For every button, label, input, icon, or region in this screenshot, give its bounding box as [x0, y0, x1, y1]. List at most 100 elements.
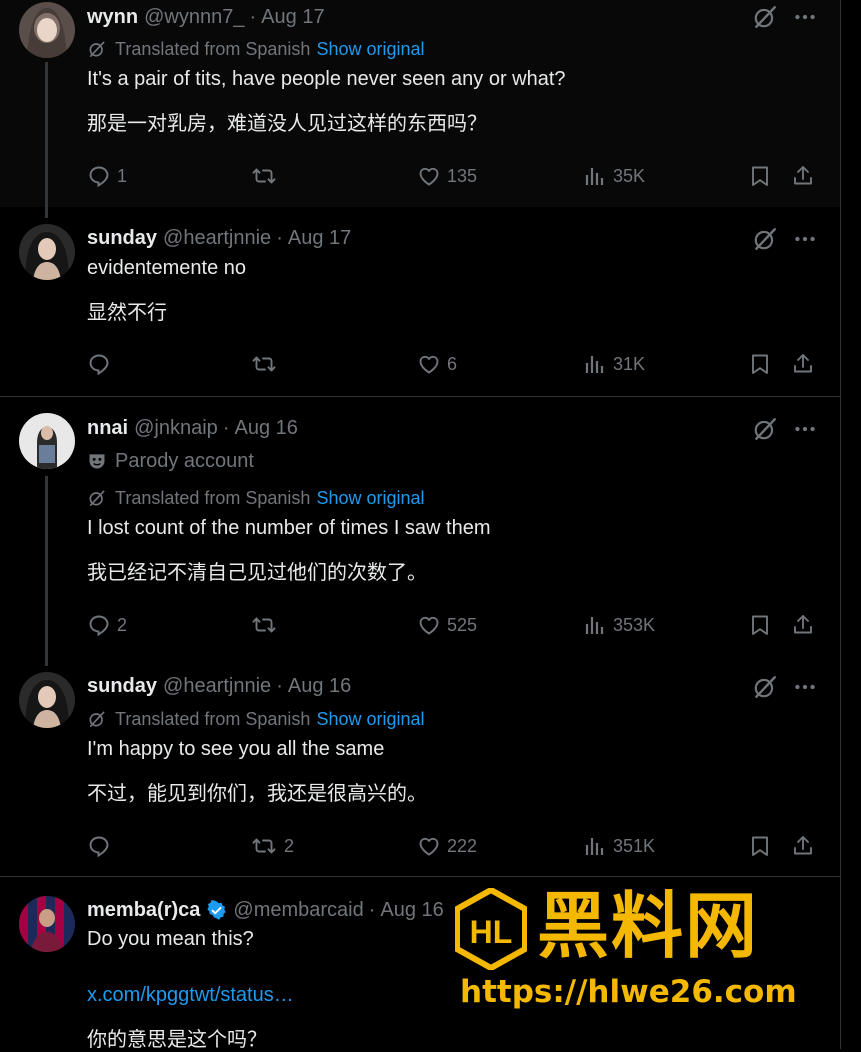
post-time[interactable]: Aug 17 [261, 6, 324, 29]
reply-icon [87, 834, 111, 858]
post-sunday-aug17[interactable]: sunday @heartjnnie · Aug 17 evidentement… [0, 207, 840, 396]
avatar[interactable] [19, 672, 75, 728]
avatar[interactable] [19, 413, 75, 469]
bookmark-icon [748, 352, 772, 376]
translate-icon [87, 709, 107, 729]
heart-icon [417, 164, 441, 188]
user-handle[interactable]: @wynnn7_ [144, 6, 244, 29]
reply-count: 2 [117, 614, 128, 635]
repost-button[interactable]: 2 [250, 831, 294, 861]
share-icon [791, 352, 815, 376]
show-original-link[interactable]: Show original [316, 709, 424, 730]
views-icon [583, 164, 607, 188]
timeline: wynn @wynnn7_ · Aug 17 Translated from S… [0, 0, 840, 1051]
repost-button[interactable] [250, 349, 284, 379]
more-options-icon[interactable] [792, 4, 818, 30]
translated-label: Translated from Spanish [115, 487, 311, 508]
display-name[interactable]: nnai [87, 417, 128, 440]
mask-icon [89, 454, 105, 469]
share-button[interactable] [791, 831, 815, 861]
repost-count: 2 [284, 835, 295, 856]
post-header: memba(r)ca @membarcaid · Aug 16 [87, 897, 444, 923]
bookmark-button[interactable] [748, 610, 772, 640]
views-button[interactable]: 351K [583, 831, 655, 861]
repost-button[interactable] [250, 161, 284, 191]
display-name[interactable]: memba(r)ca [87, 899, 200, 922]
views-button[interactable]: 31K [583, 349, 645, 379]
parody-text: Parody account [115, 449, 254, 472]
post-link[interactable]: x.com/kpggtwt/status… [87, 984, 294, 1007]
translate-icon [87, 488, 107, 508]
post-time[interactable]: Aug 17 [288, 227, 351, 250]
user-handle[interactable]: @membarcaid [233, 899, 363, 922]
display-name[interactable]: sunday [87, 227, 157, 250]
like-button[interactable]: 222 [417, 831, 477, 861]
reply-button[interactable]: 1 [87, 161, 127, 191]
separator-dot: · [249, 5, 257, 28]
views-button[interactable]: 35K [583, 161, 645, 191]
more-options-icon[interactable] [792, 674, 818, 700]
grok-icon[interactable] [752, 4, 778, 30]
repost-icon [250, 834, 278, 858]
right-column-edge [840, 0, 861, 1049]
grok-icon[interactable] [752, 416, 778, 442]
separator-dot: · [368, 898, 376, 921]
watermark-logo: HL [455, 888, 527, 970]
post-wynn[interactable]: wynn @wynnn7_ · Aug 17 Translated from S… [0, 0, 840, 207]
avatar[interactable] [19, 2, 75, 58]
separator-dot: · [276, 674, 283, 697]
post-actions: 2 222 351K [87, 831, 820, 861]
show-original-link[interactable]: Show original [316, 488, 424, 509]
separator-dot: · [222, 416, 230, 439]
grok-icon[interactable] [752, 674, 778, 700]
user-handle[interactable]: @jnknaip [134, 417, 218, 440]
bookmark-button[interactable] [748, 349, 772, 379]
share-icon [791, 164, 815, 188]
view-count: 31K [613, 353, 646, 374]
post-text: evidentemente no [87, 257, 247, 279]
more-options-icon[interactable] [792, 226, 818, 252]
display-name[interactable]: sunday [87, 675, 157, 698]
repost-button[interactable] [250, 610, 284, 640]
reply-icon [87, 613, 111, 637]
views-button[interactable]: 353K [583, 610, 655, 640]
avatar[interactable] [19, 224, 75, 280]
repost-icon [250, 613, 278, 637]
reply-button[interactable]: 2 [87, 610, 127, 640]
share-button[interactable] [791, 161, 815, 191]
reply-button[interactable] [87, 349, 117, 379]
heart-icon [417, 613, 441, 637]
more-options-icon[interactable] [792, 416, 818, 442]
post-actions: 1 135 35K [87, 161, 820, 191]
reply-count: 1 [117, 165, 128, 186]
post-nnai[interactable]: nnai @jnknaip · Aug 16 Parody account Tr… [0, 397, 840, 654]
share-icon [791, 613, 815, 637]
separator-dot: · [276, 226, 283, 249]
post-header: sunday @heartjnnie · Aug 17 [87, 225, 351, 251]
post-time[interactable]: Aug 16 [380, 899, 443, 922]
post-time[interactable]: Aug 16 [234, 417, 297, 440]
user-handle[interactable]: @heartjnnie [163, 227, 271, 250]
watermark: HL 黑料网 https://hlwe26.com [455, 884, 825, 1016]
user-handle[interactable]: @heartjnnie [163, 675, 271, 698]
bookmark-button[interactable] [748, 831, 772, 861]
like-button[interactable]: 525 [417, 610, 477, 640]
like-button[interactable]: 135 [417, 161, 477, 191]
bookmark-button[interactable] [748, 161, 772, 191]
share-button[interactable] [791, 610, 815, 640]
avatar[interactable] [19, 896, 75, 952]
translation-notice: Translated from Spanish Show original [87, 707, 425, 731]
grok-icon[interactable] [752, 226, 778, 252]
display-name[interactable]: wynn [87, 6, 138, 29]
show-original-link[interactable]: Show original [316, 39, 424, 60]
reply-button[interactable] [87, 831, 117, 861]
share-button[interactable] [791, 349, 815, 379]
like-button[interactable]: 6 [417, 349, 457, 379]
reply-icon [87, 164, 111, 188]
post-text: It's a pair of tits, have people never s… [87, 68, 566, 90]
post-sunday-aug16[interactable]: sunday @heartjnnie · Aug 16 Translated f… [0, 654, 840, 876]
post-time[interactable]: Aug 16 [288, 675, 351, 698]
post-text-translation: 显然不行 [87, 302, 167, 324]
watermark-logo-text: HL [470, 914, 513, 950]
post-text-translation: 我已经记不清自己见过他们的次数了。 [87, 562, 427, 584]
